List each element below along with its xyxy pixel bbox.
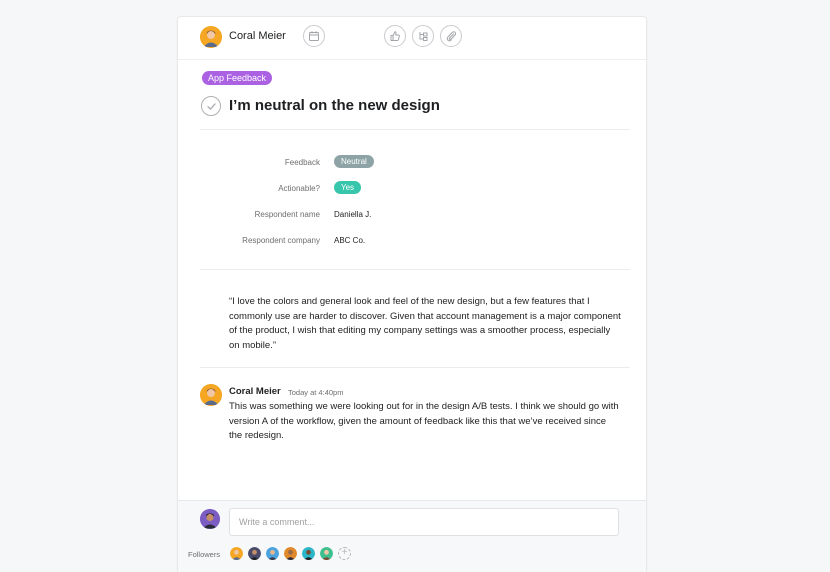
respondent-name-value[interactable]: Daniella J.	[334, 210, 371, 219]
thumbs-up-icon	[389, 30, 401, 42]
comment-timestamp[interactable]: Today at 4:40pm	[288, 388, 343, 397]
subtask-icon	[417, 30, 429, 42]
respondent-company-value[interactable]: ABC Co.	[334, 236, 365, 245]
follower-avatar[interactable]	[302, 547, 315, 560]
project-tag[interactable]: App Feedback	[202, 71, 273, 85]
follower-avatar[interactable]	[230, 547, 243, 560]
due-date-button[interactable]	[303, 25, 325, 47]
field-label-respondent-name: Respondent name	[254, 210, 320, 219]
field-label-actionable: Actionable?	[278, 184, 320, 193]
comment-author[interactable]: Coral Meier	[229, 386, 281, 397]
comment-input[interactable]	[229, 508, 619, 536]
follower-avatar[interactable]	[320, 547, 333, 560]
divider	[200, 367, 630, 368]
field-label-respondent-company: Respondent company	[242, 236, 320, 245]
paperclip-icon	[445, 30, 457, 42]
follower-avatar[interactable]	[248, 547, 261, 560]
commenter-avatar[interactable]	[200, 384, 222, 406]
comment-text: This was something we were looking out f…	[229, 401, 619, 441]
task-detail-pane: Coral Meier App Feedback I’m neutral on …	[177, 16, 647, 572]
mark-complete-button[interactable]	[201, 96, 221, 116]
feedback-value-pill[interactable]: Neutral	[334, 155, 374, 168]
follower-avatar[interactable]	[284, 547, 297, 560]
add-follower-button[interactable]: +	[338, 547, 351, 560]
divider	[200, 129, 630, 130]
current-user-avatar	[200, 509, 220, 529]
add-subtask-button[interactable]	[412, 25, 434, 47]
checkmark-icon	[206, 101, 217, 112]
follower-avatar[interactable]	[266, 547, 279, 560]
comment-composer: Followers +	[178, 500, 646, 572]
attach-file-button[interactable]	[440, 25, 462, 47]
task-toolbar: Coral Meier	[178, 17, 646, 60]
followers-label: Followers	[188, 550, 221, 559]
divider	[200, 269, 630, 270]
task-description[interactable]: “I love the colors and general look and …	[229, 295, 621, 353]
calendar-icon	[308, 30, 320, 42]
task-title[interactable]: I’m neutral on the new design	[229, 97, 440, 114]
assignee-name[interactable]: Coral Meier	[229, 30, 286, 42]
field-label-feedback: Feedback	[284, 158, 320, 167]
assignee-avatar[interactable]	[200, 26, 222, 48]
like-button[interactable]	[384, 25, 406, 47]
actionable-value-pill[interactable]: Yes	[334, 181, 362, 194]
